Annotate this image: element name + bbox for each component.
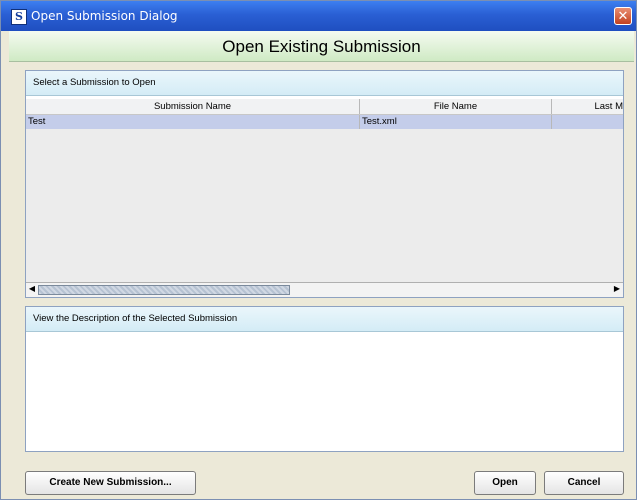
open-button[interactable]: Open — [474, 471, 536, 495]
dialog-header: Open Existing Submission — [9, 31, 634, 62]
app-icon: S — [11, 9, 27, 25]
cell-submission-name: Test — [26, 115, 360, 129]
page-title: Open Existing Submission — [222, 37, 421, 56]
title-bar[interactable]: S Open Submission Dialog ✕ — [1, 1, 636, 31]
description-text-area[interactable] — [26, 332, 623, 451]
description-title: View the Description of the Selected Sub… — [26, 307, 623, 332]
table-empty-area — [26, 129, 623, 285]
scroll-left-icon[interactable]: ◀ — [26, 283, 38, 295]
window-title: Open Submission Dialog — [31, 9, 178, 23]
description-panel: View the Description of the Selected Sub… — [25, 306, 624, 452]
horizontal-scrollbar[interactable]: ◀ ▶ — [26, 282, 623, 297]
create-new-submission-button[interactable]: Create New Submission... — [25, 471, 196, 495]
close-icon[interactable]: ✕ — [614, 7, 632, 25]
cell-file-name: Test.xml — [360, 115, 552, 129]
open-submission-dialog: S Open Submission Dialog ✕ Open Existing… — [0, 0, 637, 500]
table-header: Submission Name File Name Last M — [26, 99, 623, 115]
column-header-submission-name[interactable]: Submission Name — [26, 99, 360, 114]
cell-last-modified — [552, 115, 623, 129]
scrollbar-thumb[interactable] — [38, 285, 290, 295]
scroll-right-icon[interactable]: ▶ — [611, 283, 623, 295]
submission-list-panel: Select a Submission to Open Submission N… — [25, 70, 624, 298]
column-header-last-modified[interactable]: Last M — [552, 99, 623, 114]
submission-list-title: Select a Submission to Open — [26, 71, 623, 96]
cancel-button[interactable]: Cancel — [544, 471, 624, 495]
table-row[interactable]: Test Test.xml — [26, 115, 623, 129]
column-header-file-name[interactable]: File Name — [360, 99, 552, 114]
